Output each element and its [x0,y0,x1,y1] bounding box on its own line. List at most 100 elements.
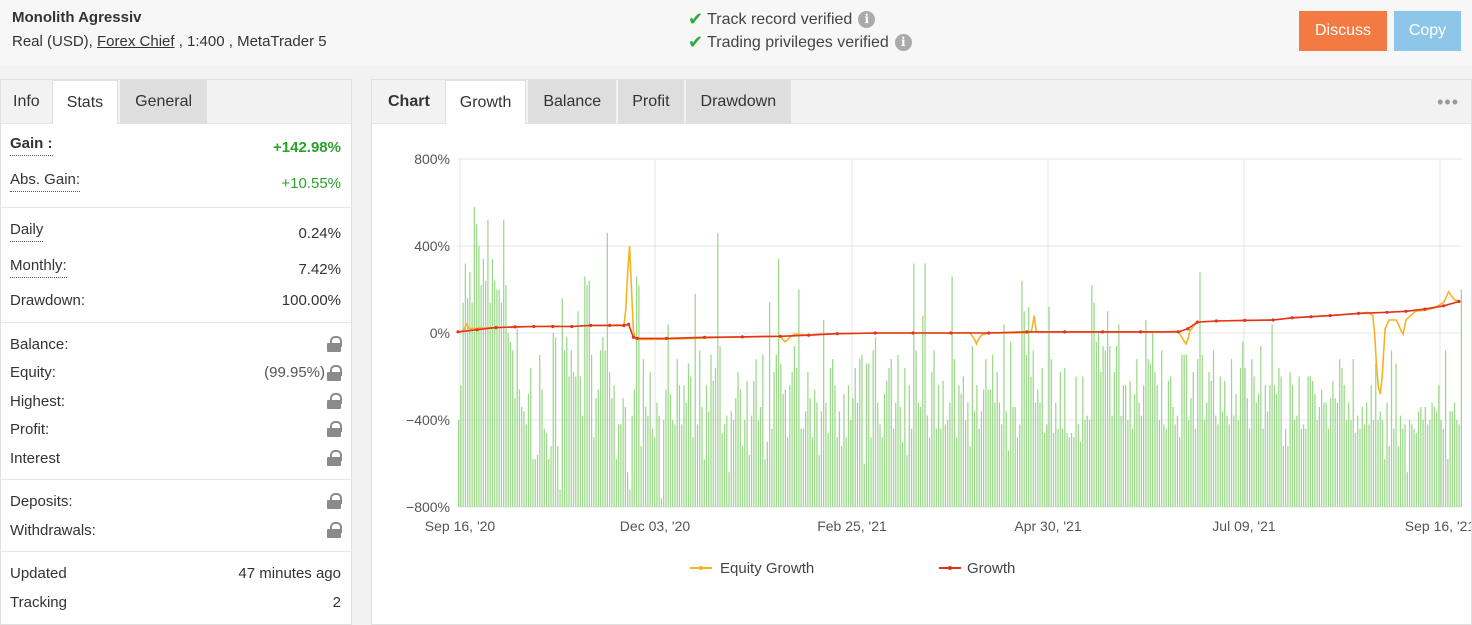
info-icon[interactable]: i [858,11,876,28]
growth-point [1423,307,1427,311]
volume-bar [1269,385,1271,507]
volume-bar [1143,385,1145,507]
volume-bar [681,424,683,507]
volume-bar [586,285,588,507]
volume-bar [1174,424,1176,507]
discuss-button[interactable]: Discuss [1299,11,1387,51]
volume-bar [1106,311,1109,507]
tab-profit[interactable]: Profit [618,80,684,124]
tracking-row: Tracking 2 [10,594,341,611]
volume-bar [536,454,539,507]
y-tick-label: −400% [406,412,450,428]
gain-label[interactable]: Gain : [10,135,53,156]
volume-bar [1194,428,1197,507]
growth-point [778,334,782,338]
more-options-icon[interactable]: ••• [1437,92,1459,113]
volume-bar [1397,446,1399,507]
volume-bar [1226,415,1228,507]
tab-stats[interactable]: Stats [51,80,119,124]
growth-point [1176,330,1180,334]
volume-bar [518,389,521,507]
volume-bar [1152,333,1154,507]
growth-point [1457,299,1461,304]
volume-bar [1129,380,1131,507]
volume-bar [627,472,629,507]
growth-point [475,328,479,332]
volume-bar [897,354,899,507]
tab-general[interactable]: General [120,80,208,124]
drawdown-value: 100.00% [281,292,341,309]
volume-bar [696,424,699,507]
volume-bar [845,437,847,507]
copy-button[interactable]: Copy [1394,11,1461,51]
volume-bar [1084,420,1086,507]
volume-bar [971,346,974,507]
volume-bar [1402,428,1404,507]
volume-bar [545,433,548,507]
monthly-value: 7.42% [298,261,341,278]
tab-balance[interactable]: Balance [528,80,617,124]
volume-bar [1255,402,1257,507]
volume-bar [1321,389,1323,507]
volume-bar [494,280,496,507]
volume-bar [762,354,764,507]
monthly-label[interactable]: Monthly: [10,257,67,278]
stats-tabs: Info Stats General [1,80,351,124]
lock-icon [327,336,342,352]
volume-bar [996,372,998,507]
volume-bar [1456,420,1458,507]
volume-bar [782,393,784,507]
y-axis: 800% 400% 0% −400% −800% [406,151,450,515]
volume-bar [753,380,755,507]
volume-bar [1271,324,1273,507]
account-leverage-platform: , 1:400 , MetaTrader 5 [174,33,327,50]
lock-icon [327,364,342,381]
volume-bar [1370,385,1372,507]
tab-drawdown[interactable]: Drawdown [685,80,792,124]
volume-bar [1075,376,1077,507]
volume-bar [1451,411,1453,507]
volume-bar [602,337,604,507]
tab-info[interactable]: Info [1,80,52,124]
growth-point [1356,311,1361,315]
track-record-label: Track record verified [707,10,853,28]
volume-bar [739,389,741,507]
volume-bar [1154,372,1156,507]
volume-bar [1408,420,1411,507]
volume-bar [1003,324,1005,507]
volume-bar [820,411,823,507]
info-icon[interactable]: i [894,34,912,51]
daily-label[interactable]: Daily [10,221,44,242]
volume-bar [1294,420,1296,507]
volume-bar [1291,385,1293,507]
volume-bar [541,389,543,507]
volume-bar [836,437,838,507]
volume-bar [955,437,958,507]
volume-bar [550,446,552,507]
broker-link[interactable]: Forex Chief [97,33,175,50]
volume-bar [1330,398,1332,507]
volume-bar [998,402,1001,507]
track-record-verified: ✔ Track record verified i [688,9,876,30]
bars-series [458,206,1462,507]
volume-bar [784,389,786,507]
volume-bar [1325,402,1327,507]
volume-bar [500,302,503,507]
monthly-row: Monthly: 7.42% [10,257,341,278]
volume-bar [473,206,476,507]
volume-bar [1010,341,1012,507]
volume-bar [728,472,730,507]
volume-bar [1431,402,1433,507]
tab-growth[interactable]: Growth [444,80,527,124]
growth-point [987,331,991,335]
abs-gain-label[interactable]: Abs. Gain: [10,171,81,192]
volume-bar [883,393,886,507]
volume-bar [1244,367,1246,507]
volume-bar [1447,459,1449,507]
volume-bar [1070,433,1073,507]
volume-bar [548,459,550,507]
legend-growth-marker [948,566,952,570]
chart-legend: Equity Growth Growth [690,560,1015,577]
volume-bar [1102,346,1104,507]
x-tick-label: Jul 09, '21 [1212,518,1276,534]
